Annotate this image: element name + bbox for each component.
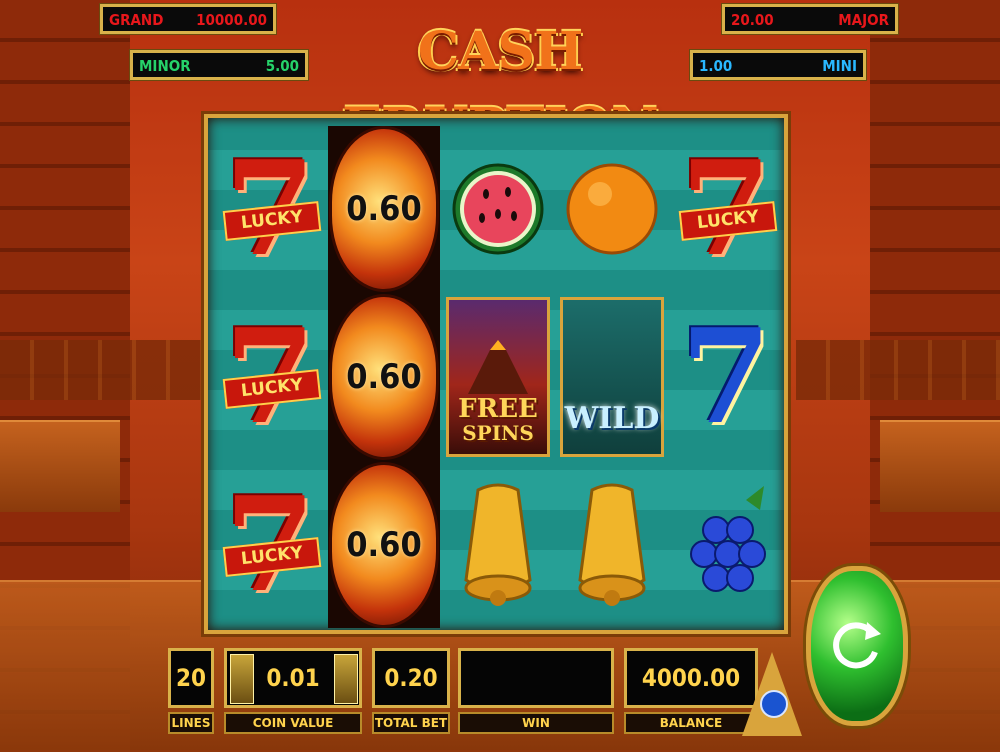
lucky-7-red-symbol: 7 LUCKY [214, 462, 326, 628]
orange-icon [556, 126, 668, 292]
jackpot-mini-value: 1.00 [699, 57, 733, 75]
free-spins-symbol: FREE SPINS [442, 294, 554, 460]
total-bet-value: 0.20 [372, 648, 450, 708]
jackpot-major-value: 20.00 [731, 11, 774, 29]
game-title: CASH ERUPTION [342, 21, 658, 158]
free-label: FREE [458, 394, 538, 424]
balance-label: BALANCE [624, 712, 758, 734]
seven-blue-symbol: 7 [670, 294, 782, 460]
win-label: WIN [458, 712, 614, 734]
temple-frieze-left [0, 340, 204, 400]
jackpot-minor-label: MINOR [139, 57, 191, 75]
lines-value[interactable]: 20 [168, 648, 214, 708]
coin-value-increase-button[interactable] [334, 654, 358, 704]
reel-1: 7 LUCKY 7 LUCKY 7 LUCKY [214, 126, 326, 628]
jackpot-major: 20.00 MAJOR [722, 4, 898, 34]
lines-label: LINES [168, 712, 214, 734]
spins-label: SPINS [462, 421, 534, 445]
temple-step-left [0, 420, 120, 512]
jackpot-minor: MINOR 5.00 [130, 50, 308, 80]
win-value [458, 648, 614, 708]
total-bet-label: TOTAL BET [372, 712, 450, 734]
temple-step-right [880, 420, 1000, 512]
balance-value: 4000.00 [624, 648, 758, 708]
coin-value: 0.60 [346, 525, 422, 565]
jackpot-mini: 1.00 MINI [690, 50, 866, 80]
reel-5: 7 LUCKY 7 [670, 126, 782, 628]
lucky-7-red-symbol: 7 LUCKY [670, 126, 782, 292]
watermelon-icon [442, 126, 554, 292]
coin-value: 0.60 [346, 357, 422, 397]
control-bar: 20 LINES 0.01 COIN VALUE 0.20 TOTAL BET … [168, 648, 758, 736]
autoplay-icon [760, 690, 788, 718]
reel-2: 0.60 0.60 0.60 [328, 126, 440, 628]
lucky-7-red-symbol: 7 LUCKY [214, 294, 326, 460]
bell-icon [442, 462, 554, 628]
coin-value-amount: 0.01 [266, 664, 320, 692]
blueberries-icon [670, 462, 782, 628]
spin-button[interactable] [806, 566, 908, 726]
jackpot-major-label: MAJOR [838, 11, 889, 29]
wild-symbol: WILD [556, 294, 668, 460]
fireball-coin-symbol: 0.60 [328, 294, 440, 460]
wild-label: WILD [564, 401, 660, 436]
jackpot-mini-label: MINI [822, 57, 857, 75]
jackpot-minor-value: 5.00 [265, 57, 299, 75]
jackpot-grand: GRAND 10000.00 [100, 4, 276, 34]
bell-icon [556, 462, 668, 628]
lucky-7-red-symbol: 7 LUCKY [214, 126, 326, 292]
seven-glyph: 7 [680, 300, 772, 453]
jackpot-grand-value: 10000.00 [196, 11, 267, 29]
reel-window: 7 LUCKY 7 LUCKY 7 LUCKY 0.60 0.60 0.60 [204, 114, 788, 634]
coin-value-decrease-button[interactable] [230, 654, 254, 704]
coin-value: 0.60 [346, 189, 422, 229]
reel-4: WILD [556, 126, 668, 628]
refresh-icon [833, 622, 881, 669]
temple-frieze-right [796, 340, 1000, 400]
fireball-coin-symbol: 0.60 [328, 462, 440, 628]
volcano-icon [468, 340, 528, 394]
jackpot-grand-label: GRAND [109, 11, 164, 29]
fireball-coin-symbol: 0.60 [328, 126, 440, 292]
coin-value-label: COIN VALUE [224, 712, 362, 734]
reel-3: FREE SPINS [442, 126, 554, 628]
